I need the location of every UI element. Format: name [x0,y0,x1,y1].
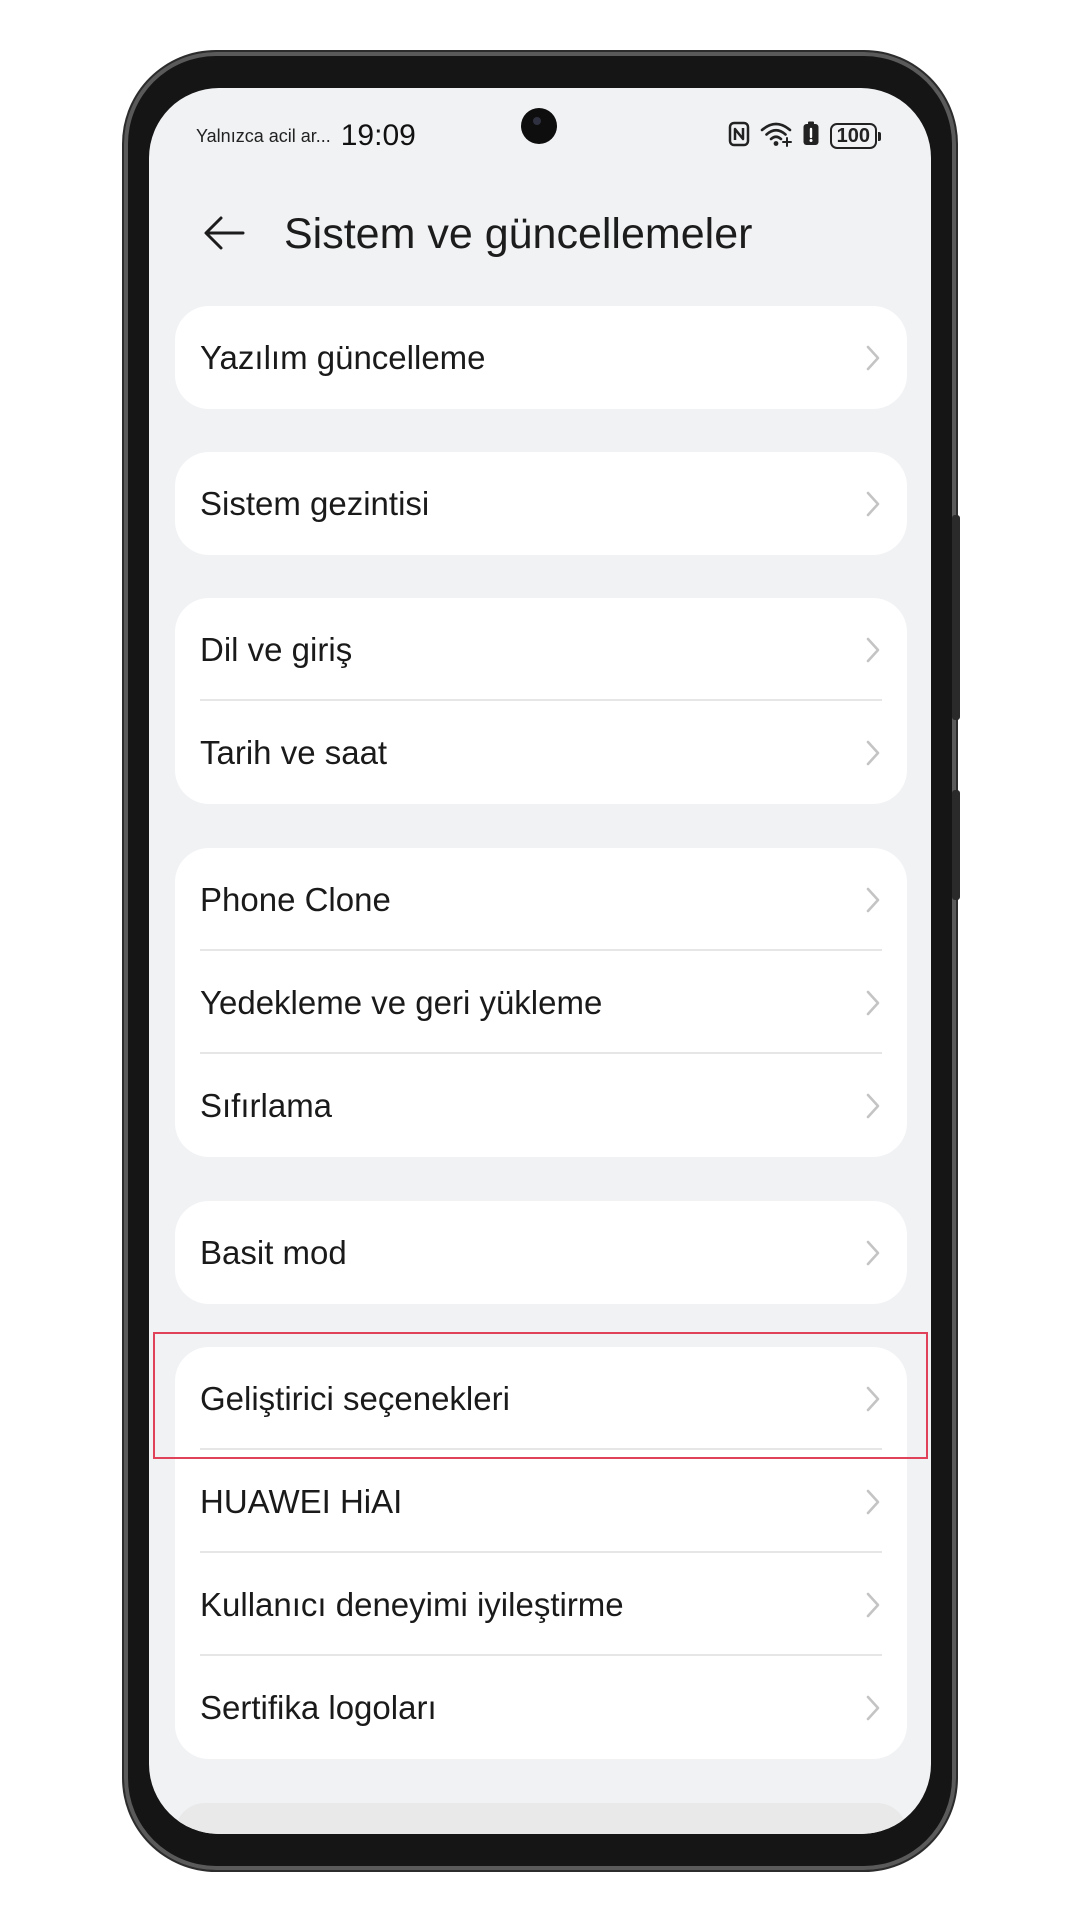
chevron-right-icon [866,491,880,516]
chevron-right-icon [866,887,880,912]
back-button[interactable] [199,208,249,258]
settings-group-partial [175,1803,907,1834]
battery-level: 100 [829,123,877,149]
list-item-phone-clone[interactable]: Phone Clone [175,848,907,951]
list-item-backup-restore[interactable]: Yedekleme ve geri yükleme [175,951,907,1054]
list-item-label: Dil ve giriş [200,630,353,668]
list-item-language-input[interactable]: Dil ve giriş [175,598,907,701]
list-item-label: Yazılım güncelleme [200,338,486,376]
list-item-reset[interactable]: Sıfırlama [175,1054,907,1157]
chevron-right-icon [866,1592,880,1617]
list-item-label: Basit mod [200,1233,347,1271]
list-item-simple-mode[interactable]: Basit mod [175,1201,907,1304]
chevron-right-icon [866,1489,880,1514]
chevron-right-icon [866,740,880,765]
settings-group-simple-mode: Basit mod [175,1201,907,1304]
battery-icon: 100 [829,123,881,149]
chevron-right-icon [866,1695,880,1720]
status-left: Yalnızca acil ar... 19:09 [196,116,416,156]
settings-group-backup: Phone Clone Yedekleme ve geri yükleme Sı… [175,848,907,1157]
volume-button [952,515,960,720]
highlight-box [153,1332,928,1459]
status-time: 19:09 [340,119,416,152]
arrow-left-icon [204,216,245,250]
list-item-system-navigation[interactable]: Sistem gezintisi [175,452,907,555]
settings-group-system-navigation: Sistem gezintisi [175,452,907,555]
list-item-software-update[interactable]: Yazılım güncelleme [175,306,907,409]
carrier-text: Yalnızca acil ar... [196,125,331,146]
list-item-label: Sertifika logoları [200,1688,437,1726]
list-item-certification-logos[interactable]: Sertifika logoları [175,1656,907,1759]
wifi-icon [760,121,792,152]
list-item-date-time[interactable]: Tarih ve saat [175,701,907,804]
list-item-label: Phone Clone [200,880,391,918]
list-item-huawei-hiai[interactable]: HUAWEI HiAI [175,1450,907,1553]
list-item-label: Sıfırlama [200,1086,333,1124]
page-header: Sistem ve güncellemeler [149,198,931,268]
settings-group-software-update: Yazılım güncelleme [175,306,907,409]
settings-group-language-date: Dil ve giriş Tarih ve saat [175,598,907,804]
battery-tip [878,131,881,141]
page-title: Sistem ve güncellemeler [284,210,753,258]
list-item-label: Tarih ve saat [200,733,388,771]
status-right: 100 [728,118,881,154]
chevron-right-icon [866,990,880,1015]
nfc-icon [728,121,750,152]
chevron-right-icon [866,345,880,370]
list-item-label: HUAWEI HiAI [200,1482,403,1520]
battery-saver-icon [802,121,820,152]
chevron-right-icon [866,1240,880,1265]
list-item-label: Kullanıcı deneyimi iyileştirme [200,1585,624,1623]
chevron-right-icon [866,637,880,662]
chevron-right-icon [866,1093,880,1118]
list-item-label: Sistem gezintisi [200,484,430,522]
power-button [952,790,960,900]
list-item-user-experience[interactable]: Kullanıcı deneyimi iyileştirme [175,1553,907,1656]
list-item-label: Yedekleme ve geri yükleme [200,983,603,1021]
status-bar: Yalnızca acil ar... 19:09 100 [149,88,931,164]
phone-screen: Yalnızca acil ar... 19:09 100 Sistem ve … [149,88,931,1834]
